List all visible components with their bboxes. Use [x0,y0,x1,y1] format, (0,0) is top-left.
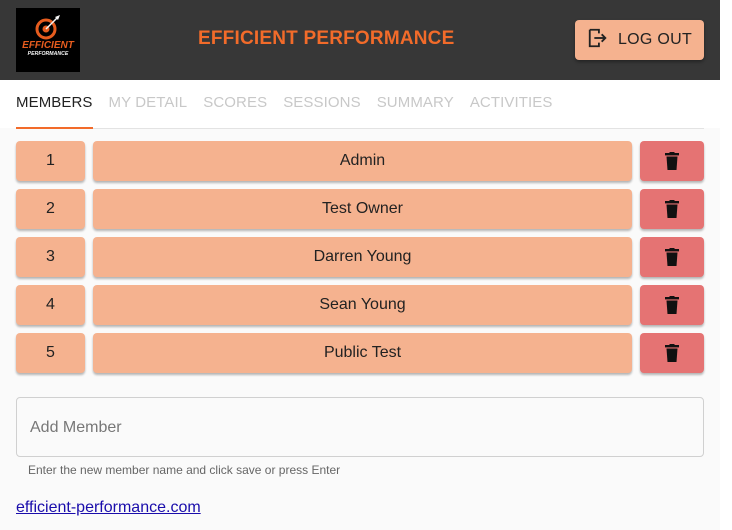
app-title: EFFICIENT PERFORMANCE [198,28,455,49]
member-row: 3 Darren Young [16,237,704,277]
member-row: 1 Admin [16,141,704,181]
member-index-button[interactable]: 1 [16,141,85,181]
app: EFFICIENT PERFORMANCE EFFICIENT PERFORMA… [0,0,720,530]
trash-icon [665,152,679,170]
logo-wordmark-top: EFFICIENT [22,40,75,51]
delete-member-button[interactable] [640,141,704,181]
main-content: MEMBERS MY DETAIL SCORES SESSIONS SUMMAR… [0,80,720,530]
member-index-button[interactable]: 4 [16,285,85,325]
app-logo: EFFICIENT PERFORMANCE [16,8,80,72]
member-name-button[interactable]: Sean Young [93,285,632,325]
logout-label: LOG OUT [617,31,693,48]
logout-button[interactable]: LOG OUT [575,20,704,60]
trash-icon [665,200,679,218]
member-index-button[interactable]: 5 [16,333,85,373]
member-name-button[interactable]: Public Test [93,333,632,373]
add-member-input[interactable] [28,398,692,458]
member-row: 4 Sean Young [16,285,704,325]
add-member-helper-text: Enter the new member name and click save… [28,463,341,477]
member-index-button[interactable]: 3 [16,237,85,277]
trash-icon [665,296,679,314]
trash-icon [665,248,679,266]
member-name-button[interactable]: Darren Young [93,237,632,277]
app-header: EFFICIENT PERFORMANCE EFFICIENT PERFORMA… [0,0,720,80]
delete-member-button[interactable] [640,333,704,373]
trash-icon [665,344,679,362]
logout-icon [587,27,609,54]
website-link[interactable]: efficient-performance.com [16,499,201,517]
tab-activities[interactable]: ACTIVITIES [470,80,553,128]
member-name-button[interactable]: Admin [93,141,632,181]
member-row: 5 Public Test [16,333,704,373]
member-row: 2 Test Owner [16,189,704,229]
delete-member-button[interactable] [640,237,704,277]
add-member-field [16,397,704,458]
member-name-button[interactable]: Test Owner [93,189,632,229]
tab-sessions[interactable]: SESSIONS [283,80,361,128]
tab-scores[interactable]: SCORES [203,80,267,128]
member-index-button[interactable]: 2 [16,189,85,229]
tab-summary[interactable]: SUMMARY [377,80,454,128]
tab-bar: MEMBERS MY DETAIL SCORES SESSIONS SUMMAR… [16,80,704,129]
dartboard-logo-icon: EFFICIENT PERFORMANCE [16,8,80,72]
tab-my-detail[interactable]: MY DETAIL [109,80,188,128]
delete-member-button[interactable] [640,189,704,229]
tab-members[interactable]: MEMBERS [16,80,93,129]
logo-wordmark-bottom: PERFORMANCE [28,51,69,57]
delete-member-button[interactable] [640,285,704,325]
